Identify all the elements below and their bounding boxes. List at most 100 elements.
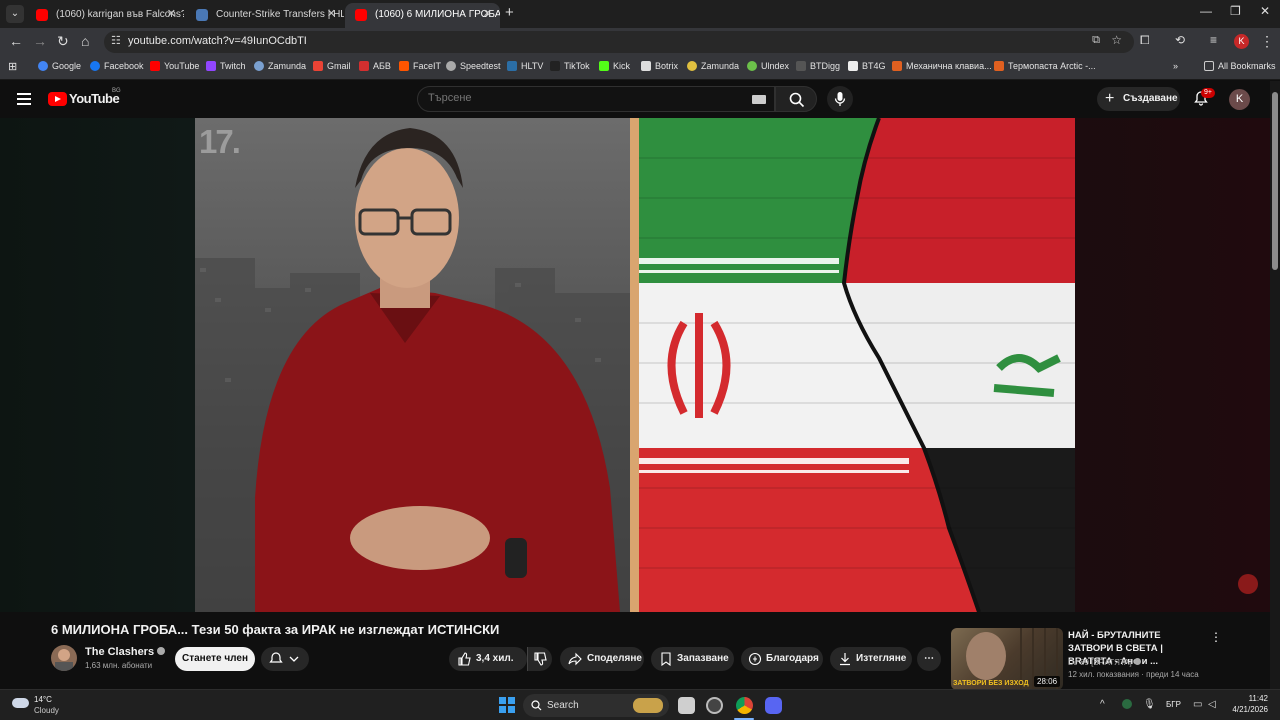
dislike-button[interactable]	[527, 647, 552, 671]
url-text[interactable]: youtube.com/watch?v=49IunOCdbTI	[128, 35, 307, 47]
subscribed-bell-dropdown[interactable]	[261, 647, 309, 671]
bookmark-ulndex[interactable]: Ulndex	[747, 61, 789, 71]
media-controls-icon[interactable]: ≡	[1210, 33, 1217, 47]
youtube-favicon-icon	[36, 9, 48, 21]
profile-avatar[interactable]: K	[1234, 34, 1249, 49]
site-info-icon[interactable]: ☷	[111, 34, 121, 47]
search-input[interactable]	[428, 92, 728, 104]
minimize-icon[interactable]: —	[1200, 4, 1212, 18]
weather-description[interactable]: Cloudy	[34, 706, 59, 715]
bookmark-botrix[interactable]: Botrix	[641, 61, 678, 71]
channel-name[interactable]: The Clashers	[85, 646, 166, 658]
reload-icon[interactable]: ↻	[57, 33, 69, 50]
extensions-icon[interactable]: ⧠	[1140, 33, 1150, 48]
microphone-icon	[834, 92, 846, 106]
browser-tab-3-active[interactable]: (1060) 6 МИЛИОНА ГРОБА ✕	[345, 3, 500, 28]
taskbar-search-label: Search	[547, 700, 579, 711]
search-button[interactable]	[775, 86, 817, 112]
share-button[interactable]: Споделяне	[560, 647, 644, 671]
volume-icon[interactable]: ◁	[1208, 699, 1216, 710]
clock-date[interactable]: 4/21/2026	[1228, 705, 1268, 714]
more-actions-icon[interactable]: ⋯	[917, 647, 941, 671]
task-view-icon[interactable]	[678, 697, 695, 714]
voice-search-button[interactable]	[827, 86, 853, 112]
recommended-more-icon[interactable]: ⋮	[1210, 630, 1222, 644]
address-bar[interactable]: ☷ youtube.com/watch?v=49IunOCdbTI ⧉ ☆	[104, 31, 1134, 53]
bookmark-kick[interactable]: Kick	[599, 61, 630, 71]
recommended-channel-name[interactable]: DJ 89 [BRATЯTA]	[1068, 658, 1141, 667]
bookmark-tiktok[interactable]: TikTok	[550, 61, 590, 71]
verified-check-icon	[157, 647, 166, 655]
notification-count-badge: 9+	[1201, 88, 1215, 98]
install-app-icon[interactable]: ⧉	[1092, 34, 1100, 47]
create-label: Създаване	[1123, 93, 1178, 104]
bookmark-thermal-paste[interactable]: Термопаста Arctic -...	[994, 61, 1096, 71]
tray-overflow-icon[interactable]: ^	[1100, 699, 1105, 710]
bookmark-gmail[interactable]: Gmail	[313, 61, 351, 71]
taskbar-search[interactable]: Search	[523, 694, 669, 717]
microphone-tray-icon[interactable]: 🎙	[1143, 699, 1156, 710]
app-icon[interactable]	[706, 697, 723, 714]
cloudy-weather-icon[interactable]	[12, 698, 29, 708]
bookmark-zamunda[interactable]: Zamunda	[254, 61, 306, 71]
chrome-icon[interactable]	[736, 697, 753, 714]
bookmark-hltv[interactable]: HLTV	[507, 61, 543, 71]
like-count: 3,4 хил.	[476, 653, 514, 664]
create-button[interactable]: + Създаване	[1097, 87, 1180, 111]
download-icon	[840, 653, 850, 666]
bookmark-bt4g[interactable]: BT4G	[848, 61, 886, 71]
bookmark-twitch[interactable]: Twitch	[206, 61, 246, 71]
bookmark-star-icon[interactable]: ☆	[1111, 33, 1122, 47]
back-arrow-icon[interactable]: ←	[9, 33, 23, 49]
tab-title: Counter-Strike Transfers | HLTV	[216, 9, 344, 20]
bookmark-facebook[interactable]: Facebook	[90, 61, 144, 71]
close-window-icon[interactable]: ✕	[1260, 4, 1270, 18]
clock-time[interactable]: 11:42	[1248, 694, 1268, 703]
bookmark-abv[interactable]: АБВ	[359, 61, 391, 71]
weather-temperature[interactable]: 14°C	[34, 695, 52, 704]
bookmark-zamunda-2[interactable]: Zamunda	[687, 61, 739, 71]
home-icon[interactable]: ⌂	[81, 33, 89, 49]
bookmark-keyboard[interactable]: Механична клавиа...	[892, 61, 992, 71]
super-thanks-icon	[748, 652, 762, 666]
tab-title: (1060) 6 МИЛИОНА ГРОБА	[375, 9, 500, 20]
close-tab-icon[interactable]: ✕	[483, 3, 492, 26]
download-button[interactable]: Изтегляне	[830, 647, 912, 671]
history-icon[interactable]: ⟲	[1175, 33, 1185, 47]
bookmark-youtube[interactable]: YouTube	[150, 61, 199, 71]
save-button[interactable]: Запазване	[651, 647, 734, 671]
browser-tab-1[interactable]: (1060) karrigan във Falcons?! | ✕	[26, 3, 184, 28]
close-tab-icon[interactable]: ✕	[327, 3, 336, 26]
chrome-menu-icon[interactable]: ⋮	[1260, 33, 1274, 50]
network-icon[interactable]: ▭	[1193, 699, 1202, 710]
bookmarks-overflow-icon[interactable]: »	[1173, 61, 1178, 71]
bookmark-btdigg[interactable]: BTDigg	[796, 61, 840, 71]
close-tab-icon[interactable]: ✕	[167, 3, 176, 26]
restore-icon[interactable]: ❐	[1230, 4, 1241, 18]
search-box[interactable]	[417, 86, 775, 112]
menu-hamburger-icon[interactable]	[17, 93, 31, 105]
input-language[interactable]: БГР	[1166, 700, 1181, 709]
new-tab-button[interactable]: +	[505, 4, 514, 21]
bookmark-faceit[interactable]: FaceIT	[399, 61, 441, 71]
video-player[interactable]: 17.	[195, 118, 1075, 612]
account-avatar[interactable]: K	[1229, 89, 1250, 110]
apps-grid-icon[interactable]: ⊞	[8, 60, 17, 73]
channel-watermark-icon[interactable]	[1238, 574, 1258, 594]
join-button[interactable]: Станете член	[175, 647, 255, 671]
all-bookmarks[interactable]: All Bookmarks	[1204, 61, 1276, 71]
like-button[interactable]: 3,4 хил.	[449, 647, 527, 671]
scrollbar-thumb[interactable]	[1272, 92, 1278, 270]
discord-icon[interactable]	[765, 697, 782, 714]
channel-avatar[interactable]	[51, 645, 77, 671]
forward-arrow-icon[interactable]: →	[33, 33, 47, 49]
keyboard-icon[interactable]	[752, 95, 766, 104]
tab-search-button[interactable]: ⌄	[6, 5, 24, 23]
tray-app-icon[interactable]	[1122, 699, 1132, 709]
thanks-button[interactable]: Благодаря	[741, 647, 823, 671]
bookmark-speedtest[interactable]: Speedtest	[446, 61, 501, 71]
bookmark-google[interactable]: Google	[38, 61, 81, 71]
browser-tab-2[interactable]: Counter-Strike Transfers | HLTV ✕	[186, 3, 344, 28]
ulndex-icon	[747, 61, 757, 71]
windows-start-icon[interactable]	[499, 697, 515, 713]
